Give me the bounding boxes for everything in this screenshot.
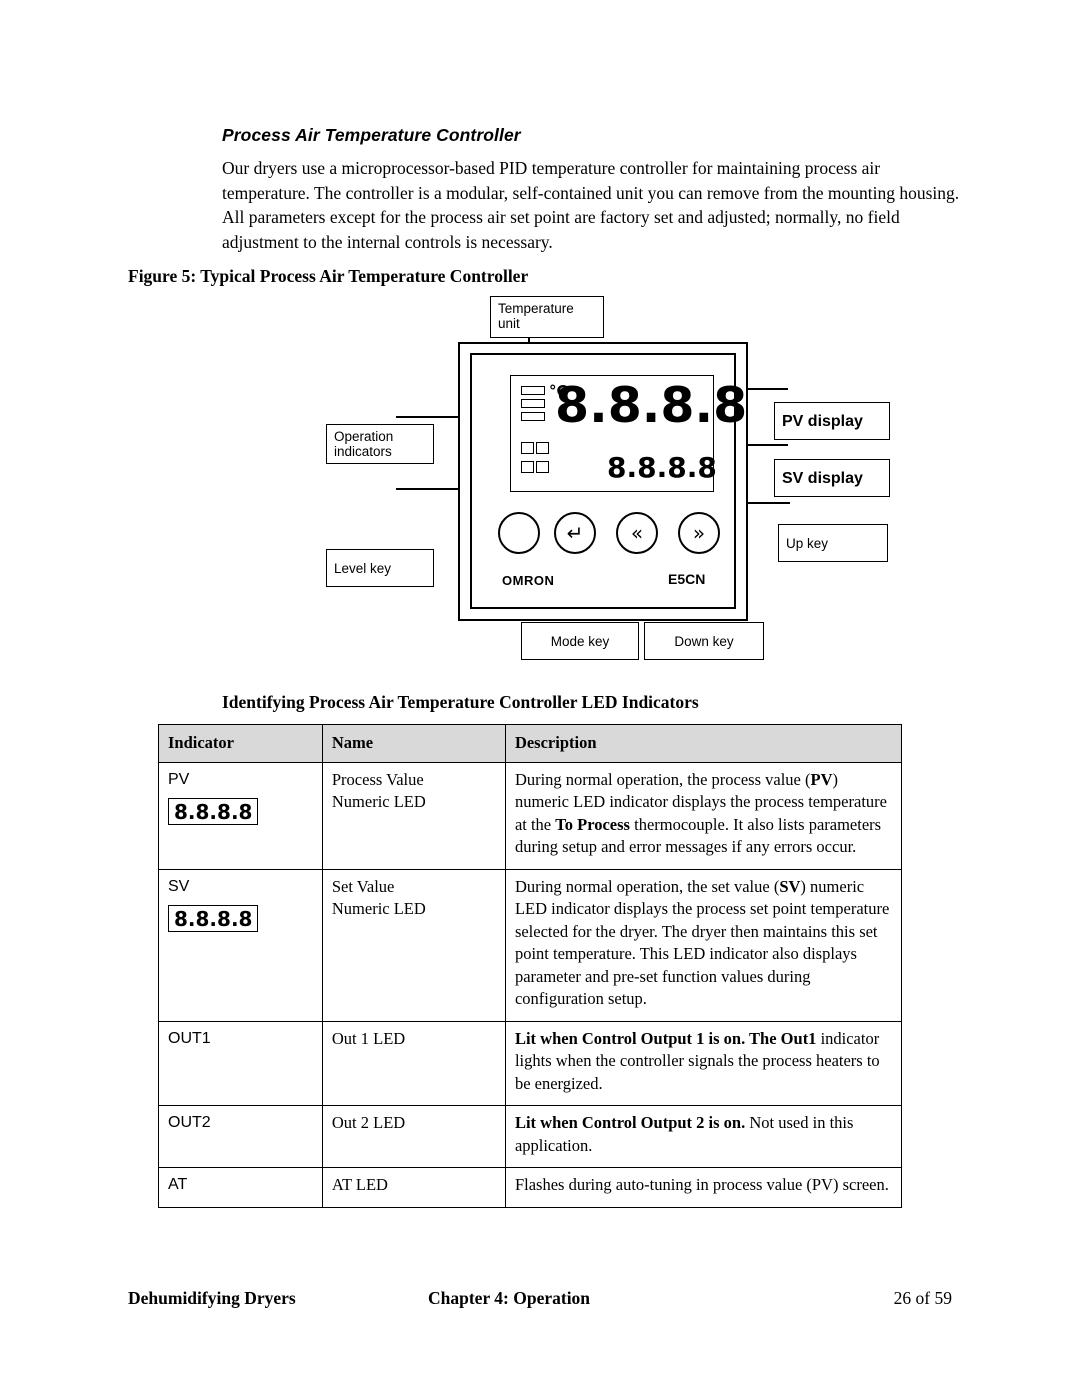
leader-sv-display: [744, 444, 788, 446]
callout-operation-indicators: Operation indicators: [326, 424, 434, 464]
cell-indicator: OUT1: [158, 1020, 323, 1106]
operation-indicator-bars: [521, 386, 547, 425]
sv-display-value: 8.8.8.8: [607, 451, 717, 484]
model-label: E5CN: [668, 571, 706, 587]
callout-mode-key: Mode key: [521, 622, 639, 660]
indicator-bar: [521, 412, 545, 421]
cell-description: Lit when Control Output 2 is on. Not use…: [504, 1105, 903, 1168]
callout-up-key: Up key: [778, 524, 888, 562]
table-row: OUT1 Out 1 LED Lit when Control Output 1 i…: [158, 1020, 903, 1106]
indicator-led-sample: 8.8.8.8: [168, 905, 259, 932]
cell-indicator: AT: [158, 1167, 323, 1208]
controller-figure: Temperature unit Operation indicators Le…: [128, 292, 938, 677]
indicator-bar: [521, 386, 545, 395]
indicator-square: [521, 461, 534, 473]
mode-key[interactable]: ↵: [554, 512, 596, 554]
down-key[interactable]: «: [616, 512, 658, 554]
indicator-label: PV: [168, 770, 190, 788]
footer-chapter-rest: : Operation: [503, 1288, 591, 1308]
key-row: ↵ « »: [498, 512, 728, 564]
callout-level-key: Level key: [326, 549, 434, 587]
cell-name: Set Value Numeric LED: [321, 868, 506, 1022]
footer-left: Dehumidifying Dryers: [128, 1288, 296, 1308]
column-header-name: Name: [321, 724, 506, 763]
cell-description: During normal operation, the set value (…: [504, 868, 903, 1022]
pv-display-value: 8.8.8.8: [555, 377, 748, 434]
description-emphasis: SV: [779, 876, 801, 896]
led-indicator-table: Indicator Name Description PV 8.8.8.8 Proc…: [158, 724, 903, 1208]
column-header-description: Description: [504, 724, 903, 763]
callout-temperature-unit: Temperature unit: [490, 296, 604, 338]
figure-caption: Figure 5: Typical Process Air Temperatur…: [128, 266, 528, 287]
cell-description: Flashes during auto-tuning in process va…: [504, 1167, 903, 1208]
description-emphasis: Lit when Control Output 2 is on.: [514, 1113, 746, 1132]
controller-body: °C 8.8.8.8 8.8.8.8 ↵ « » OMRON E5CN: [458, 342, 748, 621]
cell-description: During normal operation, the process val…: [504, 761, 903, 870]
cell-name: Out 1 LED: [321, 1020, 506, 1106]
table-row: OUT2 Out 2 LED Lit when Control Output 2 i…: [158, 1105, 903, 1168]
document-page: Process Air Temperature Controller Our d…: [0, 0, 1080, 1397]
cell-name: Process Value Numeric LED: [321, 761, 506, 870]
pv-display-label: PV display: [782, 412, 863, 430]
footer-center: Chapter 4: Operation: [428, 1288, 590, 1309]
indicator-led-sample: 8.8.8.8: [168, 798, 259, 825]
description-text: During normal operation, the process val…: [514, 769, 811, 789]
leader-pv-display: [744, 388, 788, 390]
up-key[interactable]: »: [678, 512, 720, 554]
table-row: AT AT LED Flashes during auto-tuning in pr…: [158, 1167, 903, 1208]
controller-faceplate: °C 8.8.8.8 8.8.8.8 ↵ « » OMRON E5CN: [470, 353, 747, 609]
callout-sv-display: SV display: [774, 459, 890, 497]
indicator-square: [521, 442, 534, 454]
footer-chapter: Chapter 4: [428, 1288, 504, 1308]
table-row: SV 8.8.8.8 Set Value Numeric LED During nor…: [158, 868, 903, 1022]
cell-name: AT LED: [321, 1167, 506, 1208]
figure-caption-text: Typical Process Air Temperature Controll…: [200, 266, 529, 286]
page-title: Process Air Temperature Controller: [222, 125, 521, 145]
indicator-label: OUT1: [168, 1029, 211, 1047]
cell-indicator: PV 8.8.8.8: [158, 761, 323, 870]
column-header-indicator: Indicator: [158, 724, 323, 763]
table-header-row: Indicator Name Description: [158, 724, 903, 763]
footer-right: 26 of 59: [893, 1288, 952, 1308]
indicator-square: [536, 442, 549, 454]
display-panel: °C 8.8.8.8 8.8.8.8: [510, 375, 747, 492]
callout-down-key: Down key: [644, 622, 764, 660]
description-emphasis: PV: [810, 769, 833, 789]
operation-indicator-squares: [521, 442, 551, 480]
brand-logo: OMRON: [502, 573, 555, 588]
table-row: PV 8.8.8.8 Process Value Numeric LED During…: [158, 761, 903, 870]
table-body: PV 8.8.8.8 Process Value Numeric LED During…: [158, 761, 903, 1208]
cell-indicator: SV 8.8.8.8: [158, 868, 323, 1022]
led-section-heading: Identifying Process Air Temperature Cont…: [222, 692, 699, 712]
intro-paragraph: Our dryers use a microprocessor-based PI…: [222, 158, 960, 252]
figure-label: Figure 5:: [128, 266, 197, 286]
description-text: During normal operation, the set value (: [514, 876, 780, 896]
description-text: Flashes during auto-tuning in process va…: [514, 1175, 889, 1194]
cell-name: Out 2 LED: [321, 1105, 506, 1168]
indicator-label: OUT2: [168, 1114, 211, 1131]
description-text: ) numeric LED indicator displays the pro…: [514, 876, 890, 1009]
callout-pv-display: PV display: [774, 402, 890, 440]
leader-level-key: [396, 488, 466, 490]
indicator-label: AT: [168, 1176, 188, 1193]
level-key[interactable]: [498, 512, 540, 554]
description-emphasis: To Process: [555, 814, 630, 834]
indicator-square: [536, 461, 549, 473]
cell-description: Lit when Control Output 1 is on. The Out…: [504, 1020, 903, 1106]
description-emphasis: Lit when Control Output 1 is on. The Out…: [514, 1028, 817, 1048]
indicator-label: SV: [168, 877, 190, 895]
indicator-bar: [521, 399, 545, 408]
cell-indicator: OUT2: [158, 1105, 323, 1168]
sv-display-label: SV display: [782, 469, 863, 487]
